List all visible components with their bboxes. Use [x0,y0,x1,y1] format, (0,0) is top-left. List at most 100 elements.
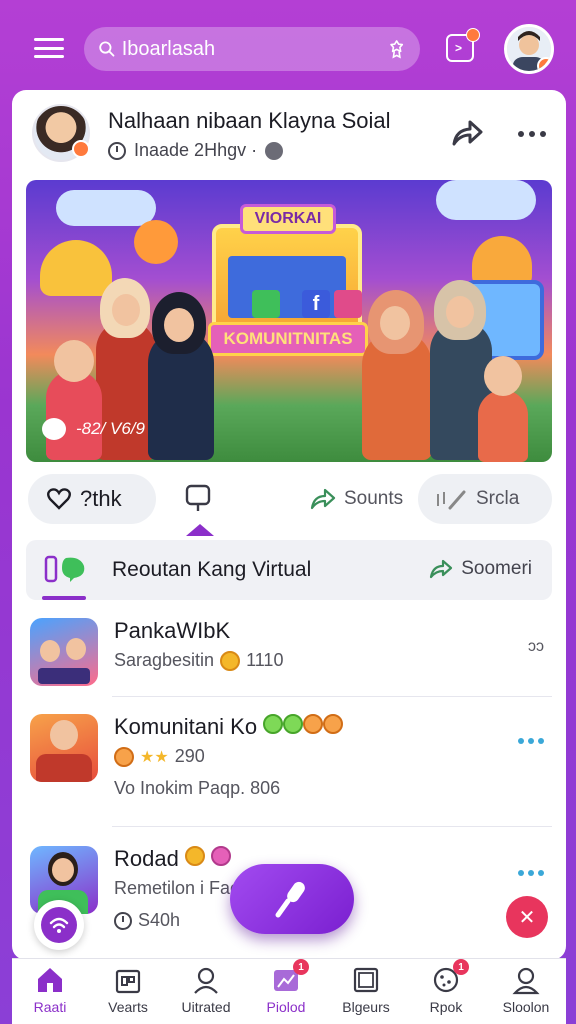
post-title[interactable]: Nalhaan nibaan Klayna Soial [108,108,391,134]
nav-item-shop[interactable]: Vearts [92,965,164,1023]
create-post-button[interactable] [230,864,354,934]
banner-stats: -82/ V6/9 [42,418,145,440]
feed-card: Nalhaan nibaan Klayna Soial Inaade 2Hhgv… [12,90,566,960]
divider [112,696,552,697]
nav-item-grid[interactable]: Blgeurs [330,965,402,1023]
coin-icon [211,846,232,866]
coin-icon [263,714,284,734]
menu-icon[interactable] [30,32,68,64]
sign-bottom-label: KOMUNITNITAS [208,322,368,356]
more-options-icon[interactable] [518,122,552,146]
cloud-shape [436,180,536,220]
nav-item-profile[interactable]: Uitrated [170,965,242,1023]
comment-icon [185,484,211,511]
share-arrow-icon [430,559,453,579]
post-banner-image[interactable]: VIORKAI f KOMUNITNITAS -82/ V6/9 [26,180,552,462]
list-item[interactable]: Komunitani Ko ★★ 290 Vo Inokim Paqp. 806 [28,706,552,816]
community-section-header: Reoutan Kang Virtual Soomeri [26,540,552,600]
community-subtitle: Saragbesitin 1110 [114,650,283,671]
avatar-badge [72,140,90,158]
body-shape [36,754,92,782]
face-shape [446,296,474,328]
microphone-icon [275,881,305,918]
mascot-shape [40,240,112,296]
profile-icon [194,967,218,994]
child-figure [46,370,102,460]
more-options-icon[interactable] [518,870,544,876]
nav-label: Piolod [266,999,306,1015]
community-name: PankaWIbK [114,618,231,643]
save-button[interactable]: Srcla [418,474,552,524]
nav-label: Vearts [108,999,148,1015]
search-bar[interactable] [84,27,420,71]
section-action-label: Soomeri [461,558,532,579]
coin-icon [303,714,324,734]
mascot-shape [134,220,178,264]
cookie-icon-wrap: 1 [431,959,469,995]
share-label: Sounts [344,488,404,509]
chevron-right-icon: > [455,41,463,55]
child-figure [478,390,528,462]
nav-item-cookie[interactable]: 1 Rpok [410,959,482,1023]
community-meta: S40h [114,910,180,931]
nav-item-user[interactable]: Sloolon [490,965,562,1023]
share-arrow-icon [310,488,336,510]
heart-bubble-icon [47,488,71,510]
save-label: Srcla [476,488,520,509]
edit-icon [437,490,466,510]
community-side-text: ɔɔ [528,638,544,655]
post-author-avatar[interactable] [32,104,90,162]
close-icon[interactable]: ✕ [506,896,548,938]
section-action-button[interactable]: Soomeri [429,558,532,580]
list-item[interactable]: PankaWIbK Saragbesitin 1110 ɔɔ [28,610,552,720]
more-options-icon[interactable] [518,738,544,744]
post-actions: ?thk Sounts Srcla [28,474,552,536]
face-shape [52,858,74,882]
clock-icon [114,911,132,930]
home-icon [38,968,62,992]
post-time: Inaade 2Hhgv · [134,140,258,160]
app-icon [334,290,362,318]
coin-icon [283,714,304,734]
live-button[interactable] [34,900,84,950]
wifi-icon [49,917,69,933]
community-sub-text: Saragbesitin [114,650,215,670]
nav-label: Sloolon [502,999,550,1015]
clock-icon [108,141,126,160]
community-subtitle: ★★ 290 [114,746,205,767]
community-count: 1110 [246,650,284,670]
community-meta-text: S40h [138,910,181,930]
share-icon[interactable] [450,118,484,148]
nav-label: Rpok [429,999,463,1015]
star-icon: ★★ [140,748,169,766]
section-accent [42,596,86,600]
nav-item-home[interactable]: Raati [14,965,86,1023]
badge-icon[interactable] [387,37,406,61]
nav-label: Uitrated [181,999,231,1015]
search-icon [99,41,115,57]
divider [112,826,552,827]
nav-item-media[interactable]: 1 Piolod [250,959,322,1023]
like-button[interactable]: ?thk [28,474,156,524]
top-bar: > [0,0,576,96]
media-icon-wrap: 1 [271,959,309,995]
cloud-reaction-icon [42,418,66,440]
comment-button[interactable] [178,474,218,524]
nav-badge: 1 [293,959,309,975]
face-shape [50,720,78,750]
notification-dot [466,28,480,42]
media-button[interactable]: > [446,28,480,62]
coin-icon [323,714,344,734]
share-button[interactable]: Sounts [310,474,410,524]
community-meta: Vo Inokim Paqp. 806 [114,778,281,798]
coin-icon [184,846,205,866]
grid-icon [353,967,379,993]
banner-stats-text: -82/ V6/9 [76,419,145,438]
face-shape [112,294,140,326]
community-subtitle: Remetilon i Faek [114,878,250,898]
profile-avatar[interactable] [504,24,554,74]
search-input[interactable] [121,37,387,61]
coin-icon [220,650,241,671]
community-thumbnail [30,714,98,782]
cloud-shape [56,190,156,226]
